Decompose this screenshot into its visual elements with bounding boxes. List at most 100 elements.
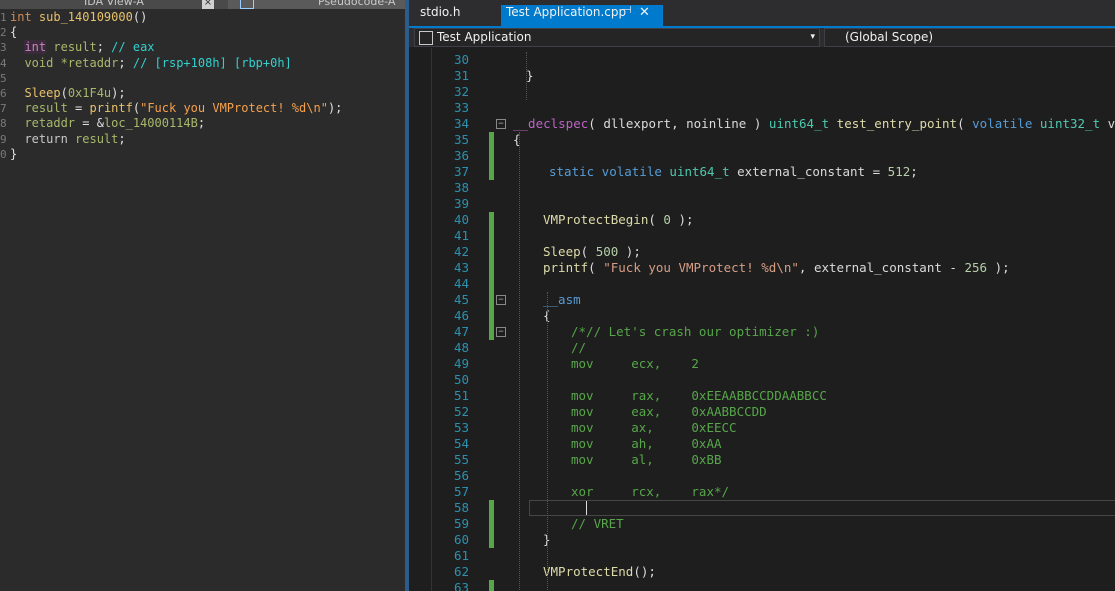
code-line: 6 Sleep(0x1F4u); bbox=[0, 85, 126, 100]
code-text: // bbox=[571, 340, 586, 356]
code-line: 31} bbox=[431, 68, 1115, 84]
code-line: 43 printf( "Fuck you VMProtect! %d\n", ex… bbox=[431, 260, 1115, 276]
code-text: mov al, 0xBB bbox=[571, 452, 722, 468]
code-line: 58 bbox=[431, 500, 1115, 516]
code-line: 57 xor rcx, rax*/ bbox=[431, 484, 1115, 500]
editor-margin bbox=[409, 48, 432, 591]
line-number: 45 bbox=[453, 292, 469, 307]
tab-stdio-h[interactable]: stdio.h bbox=[412, 5, 468, 27]
code-line: 55 mov al, 0xBB bbox=[431, 452, 1115, 468]
line-number: 41 bbox=[453, 228, 469, 243]
project-dropdown[interactable]: Test Application ▾ bbox=[414, 28, 820, 47]
pseudocode-tab-icon bbox=[240, 0, 254, 9]
line-number: 40 bbox=[453, 212, 469, 227]
code-token: VMProtectBegin bbox=[543, 212, 649, 227]
code-token: __asm bbox=[543, 292, 581, 307]
code-token: Sleep bbox=[543, 244, 581, 259]
code-token: 500 bbox=[595, 244, 619, 259]
line-number: 38 bbox=[453, 180, 469, 195]
line-number: 56 bbox=[453, 468, 469, 483]
code-token: mov ecx, 2 bbox=[571, 356, 699, 371]
collapse-icon[interactable]: − bbox=[496, 119, 506, 129]
code-text: mov ax, 0xEECC bbox=[571, 420, 737, 436]
change-marker bbox=[489, 276, 494, 292]
code-text: mov rax, 0xEEAABBCCDDAABBCC bbox=[571, 388, 827, 404]
code-token: uint64_t bbox=[661, 164, 730, 179]
code-token: mov eax, 0xAABBCCDD bbox=[571, 404, 767, 419]
line-number: 46 bbox=[453, 308, 469, 323]
line-number: 39 bbox=[453, 196, 469, 211]
code-line: 40 VMProtectBegin( 0 ); bbox=[431, 212, 1115, 228]
code-editor[interactable]: 30 31} 32 33 34− __declspec( dllexport, noinl… bbox=[409, 48, 1115, 591]
code-token: ( bbox=[588, 116, 604, 131]
code-token: } bbox=[526, 68, 534, 83]
code-line: 37 static volatile uint64_t external_cons… bbox=[431, 164, 1115, 180]
scope-dropdown[interactable]: (Global Scope) bbox=[824, 28, 1115, 47]
line-number: 43 bbox=[453, 260, 469, 275]
code-token: ); bbox=[987, 260, 1010, 275]
line-number: 54 bbox=[453, 436, 469, 451]
code-token: ); bbox=[670, 212, 694, 227]
code-text: mov ah, 0xAA bbox=[571, 436, 722, 452]
code-token: static bbox=[549, 164, 595, 179]
tab-test-application-cpp[interactable]: Test Application.cpp ⊣ ✕ bbox=[501, 5, 663, 27]
close-icon[interactable]: × bbox=[202, 0, 214, 9]
change-marker bbox=[489, 516, 494, 532]
code-token: xor rcx, rax*/ bbox=[571, 484, 730, 499]
ida-code-view[interactable]: 1 int sub_140109000() 2{ 3 int result; //… bbox=[0, 10, 405, 162]
line-number: 60 bbox=[453, 532, 469, 547]
line-number: 48 bbox=[453, 340, 469, 355]
code-line: 46{ bbox=[431, 308, 1115, 324]
code-line: 35{ bbox=[431, 132, 1115, 148]
collapse-icon[interactable]: − bbox=[496, 327, 506, 337]
code-token: // VRET bbox=[571, 516, 624, 531]
change-marker bbox=[489, 164, 494, 180]
code-line: 3 int result; // eax bbox=[0, 40, 155, 55]
code-token: ); bbox=[618, 244, 641, 259]
collapse-icon[interactable]: − bbox=[496, 295, 506, 305]
code-line: 52 mov eax, 0xAABBCCDD bbox=[431, 404, 1115, 420]
code-text: printf( "Fuck you VMProtect! %d\n", exte… bbox=[543, 260, 1010, 276]
tab-ida-view-a[interactable]: IDA View-A bbox=[0, 0, 228, 9]
chevron-down-icon: ▾ bbox=[810, 32, 815, 42]
line-number: 51 bbox=[453, 388, 469, 403]
code-token: mov ah, 0xAA bbox=[571, 436, 722, 451]
code-line: 48 // bbox=[431, 340, 1115, 356]
code-line: 36 bbox=[431, 148, 1115, 164]
line-number: 42 bbox=[453, 244, 469, 259]
code-line: 38 bbox=[431, 180, 1115, 196]
change-marker bbox=[489, 212, 494, 228]
code-line: 61 bbox=[431, 548, 1115, 564]
code-token: , bbox=[671, 116, 687, 131]
close-icon[interactable]: ✕ bbox=[639, 5, 650, 20]
code-token: 0 bbox=[663, 212, 671, 227]
code-line: 56 bbox=[431, 468, 1115, 484]
change-marker bbox=[489, 308, 494, 324]
code-token: volatile bbox=[972, 116, 1033, 131]
pin-icon[interactable]: ⊣ bbox=[623, 5, 632, 16]
line-number: 30 bbox=[453, 52, 469, 67]
code-token: external_constant bbox=[729, 164, 866, 179]
code-token: v ) bbox=[1107, 116, 1115, 131]
code-text: VMProtectEnd(); bbox=[543, 564, 656, 580]
change-marker bbox=[489, 292, 494, 308]
code-token: ; bbox=[910, 164, 918, 179]
line-number: 53 bbox=[453, 420, 469, 435]
change-marker bbox=[489, 260, 494, 276]
code-line: 39 bbox=[431, 196, 1115, 212]
line-number: 55 bbox=[453, 452, 469, 467]
tab-pseudocode-a[interactable]: Pseudocode-A bbox=[228, 0, 405, 9]
code-text: mov eax, 0xAABBCCDD bbox=[571, 404, 767, 420]
indent-guide bbox=[526, 52, 527, 100]
code-text: Sleep( 500 ); bbox=[543, 244, 641, 260]
line-number: 58 bbox=[453, 500, 469, 515]
code-token: __declspec bbox=[513, 116, 589, 131]
code-token: ( bbox=[580, 244, 596, 259]
line-number: 62 bbox=[453, 564, 469, 579]
tab-pseudocode-a-label: Pseudocode-A bbox=[318, 0, 396, 8]
code-line: 2{ bbox=[0, 25, 18, 40]
code-token: mov al, 0xBB bbox=[571, 452, 722, 467]
code-line: 7 result = printf("Fuck you VMProtect! %… bbox=[0, 101, 343, 116]
ida-pseudocode-panel: IDA View-A × Pseudocode-A 1 int sub_14010… bbox=[0, 0, 405, 591]
